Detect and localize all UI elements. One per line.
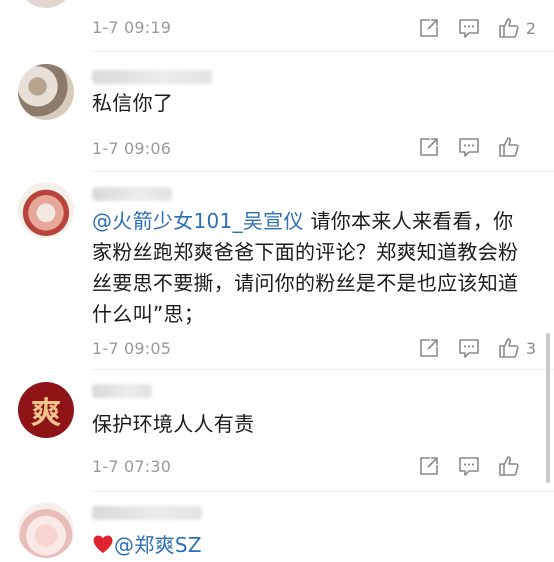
comment-icon [459, 339, 479, 358]
avatar[interactable]: 爽 [18, 382, 74, 438]
comment-actions: 3 [400, 335, 536, 361]
comment-icon [459, 19, 479, 38]
like-button[interactable]: 2 [498, 17, 536, 39]
comment-text: @郑爽SZ [92, 530, 526, 561]
comment-item: @火箭少女101_吴宣仪 请你本来人来看看，你家粉丝跑郑爽爸爸下面的评论？郑爽知… [0, 172, 554, 370]
share-button[interactable] [418, 455, 440, 477]
comment-time: 1-7 07:30 [92, 457, 172, 476]
thumbs-up-icon [499, 456, 519, 476]
comment-time: 1-7 09:19 [92, 18, 172, 37]
comment-button[interactable] [458, 455, 480, 477]
comment-text-plain: 私信你了 [92, 91, 174, 115]
username-blurred [92, 506, 202, 520]
comment-icon [459, 138, 479, 157]
scrollbar[interactable] [546, 333, 550, 483]
comment-item: @郑爽SZ [0, 492, 554, 562]
comment-actions [400, 453, 536, 479]
comment-item: 1-7 09:19 2 [0, 0, 554, 52]
comment-button[interactable] [458, 17, 480, 39]
comment-button[interactable] [458, 136, 480, 158]
comment-text: 私信你了 [92, 88, 526, 119]
comment-feed: 1-7 09:19 2 私信你了 1-7 09:06 @火箭少女101_吴宣仪 … [0, 0, 554, 562]
comment-time: 1-7 09:06 [92, 139, 172, 158]
like-button[interactable] [498, 136, 536, 158]
heart-icon [93, 535, 113, 553]
thumbs-up-icon [499, 137, 519, 157]
like-button[interactable]: 3 [498, 337, 536, 359]
comment-button[interactable] [458, 337, 480, 359]
mention-link[interactable]: @火箭少女101_吴宣仪 [92, 209, 304, 233]
like-button[interactable] [498, 455, 536, 477]
like-count: 3 [525, 338, 536, 358]
share-button[interactable] [418, 17, 440, 39]
share-button[interactable] [418, 337, 440, 359]
comment-time: 1-7 09:05 [92, 339, 172, 358]
avatar[interactable] [18, 0, 74, 8]
comment-text-plain: 保护环境人人有责 [92, 412, 255, 436]
username-blurred [92, 70, 212, 84]
comment-text: @火箭少女101_吴宣仪 请你本来人来看看，你家粉丝跑郑爽爸爸下面的评论？郑爽知… [92, 206, 526, 330]
avatar-badge-text: 爽 [31, 396, 61, 431]
avatar[interactable] [18, 182, 74, 238]
share-button[interactable] [418, 136, 440, 158]
comment-actions: 2 [400, 15, 536, 41]
share-icon [420, 138, 438, 156]
thumbs-up-icon [499, 18, 519, 38]
username-blurred [92, 384, 152, 398]
share-icon [420, 457, 438, 475]
avatar[interactable] [18, 502, 74, 558]
comment-text: 保护环境人人有责 [92, 409, 526, 440]
thumbs-up-icon [499, 338, 519, 358]
comment-item: 私信你了 1-7 09:06 [0, 52, 554, 172]
comment-actions [400, 134, 536, 160]
like-count: 2 [525, 18, 536, 38]
mention-link[interactable]: @郑爽SZ [114, 533, 202, 557]
comment-icon [459, 457, 479, 476]
comment-item: 爽 保护环境人人有责 1-7 07:30 [0, 370, 554, 492]
share-icon [420, 19, 438, 37]
share-icon [420, 339, 438, 357]
avatar[interactable] [18, 64, 74, 120]
username-blurred [92, 187, 172, 201]
